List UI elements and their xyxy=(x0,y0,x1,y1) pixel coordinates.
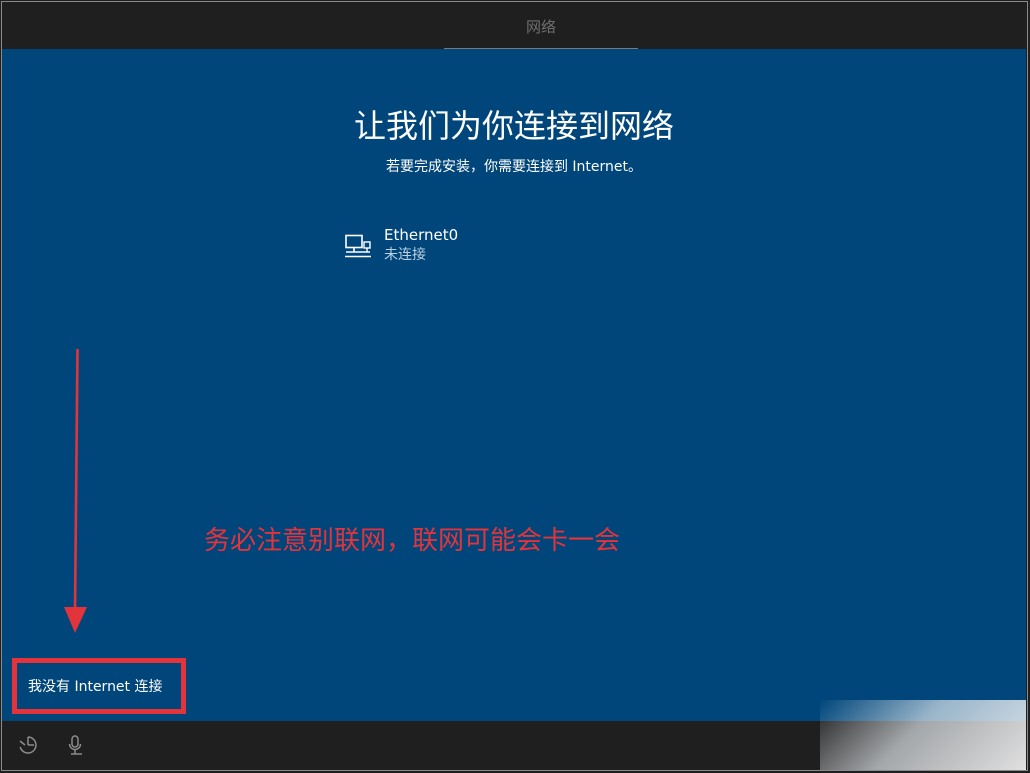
no-internet-highlight-box: 我没有 Internet 连接 xyxy=(12,658,186,714)
annotation-text: 务必注意别联网，联网可能会卡一会 xyxy=(204,526,621,556)
red-arrow-annotation xyxy=(64,349,87,633)
page-subtitle: 若要完成安装，你需要连接到 Internet。 xyxy=(385,159,643,175)
microphone-icon[interactable] xyxy=(64,733,88,757)
top-bar: 网络 xyxy=(2,2,1026,51)
network-item-ethernet0[interactable]: Ethernet0 未连接 xyxy=(340,224,540,270)
network-name: Ethernet0 xyxy=(384,226,459,244)
tab-network: 网络 xyxy=(525,18,556,36)
no-internet-link[interactable]: 我没有 Internet 连接 xyxy=(28,677,163,697)
page-title: 让我们为你连接到网络 xyxy=(353,107,674,145)
ease-of-access-icon[interactable] xyxy=(16,733,40,757)
watermark-overlay xyxy=(820,700,1026,770)
ethernet-icon xyxy=(345,234,371,258)
network-status: 未连接 xyxy=(384,247,426,263)
main-panel: 让我们为你连接到网络 若要完成安装，你需要连接到 Internet。 Ether… xyxy=(2,49,1026,721)
